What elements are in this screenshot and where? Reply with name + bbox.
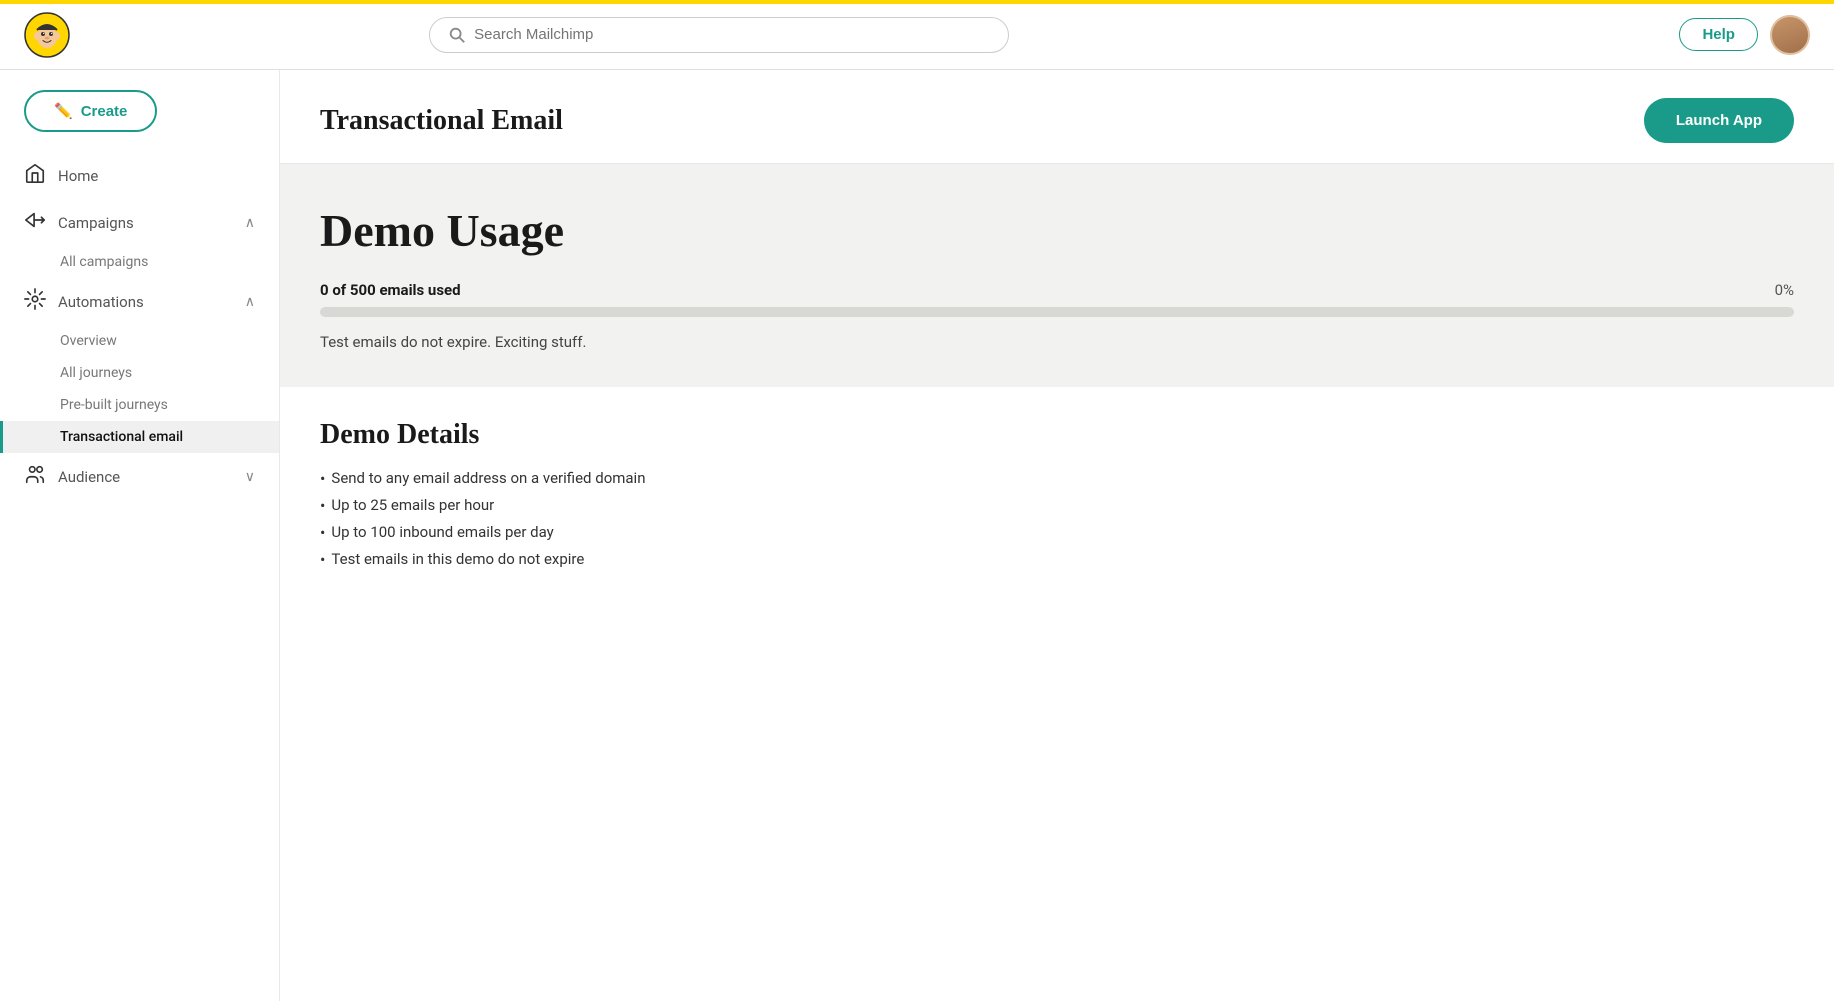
detail-item-4: • Test emails in this demo do not expire (320, 550, 1794, 569)
help-button[interactable]: Help (1679, 18, 1758, 51)
sidebar-item-home[interactable]: Home (0, 152, 279, 199)
sidebar-item-campaigns[interactable]: Campaigns ∧ (0, 199, 279, 246)
usage-note: Test emails do not expire. Exciting stuf… (320, 333, 1794, 351)
search-bar[interactable] (429, 17, 1009, 53)
sidebar-item-audience[interactable]: Audience ∨ (0, 453, 279, 500)
create-button[interactable]: ✏️ Create (24, 90, 157, 132)
topbar: Help (0, 0, 1834, 70)
sidebar-sub-item-all-campaigns[interactable]: All campaigns (0, 246, 279, 278)
search-input[interactable] (474, 26, 990, 43)
page-title: Transactional Email (320, 105, 563, 137)
yellow-strip (0, 0, 1834, 4)
detail-item-3: • Up to 100 inbound emails per day (320, 523, 1794, 542)
campaigns-icon (24, 209, 46, 236)
sidebar-item-audience-label: Audience (58, 468, 233, 486)
sidebar-item-home-label: Home (58, 167, 255, 185)
pencil-icon: ✏️ (54, 102, 73, 120)
usage-percent: 0% (1775, 281, 1794, 299)
detail-item-1: • Send to any email address on a verifie… (320, 469, 1794, 488)
create-label: Create (81, 103, 128, 120)
mailchimp-logo[interactable] (24, 12, 70, 58)
automations-icon (24, 288, 46, 315)
usage-stats-row: 0 of 500 emails used 0% (320, 281, 1794, 299)
sidebar-item-automations-label: Automations (58, 293, 233, 311)
bullet-3: • (320, 523, 325, 542)
campaigns-chevron: ∧ (245, 215, 255, 231)
usage-section: Demo Usage 0 of 500 emails used 0% Test … (280, 164, 1834, 387)
main-content: Transactional Email Launch App Demo Usag… (280, 70, 1834, 1001)
sidebar-item-automations[interactable]: Automations ∧ (0, 278, 279, 325)
bullet-2: • (320, 496, 325, 515)
bullet-1: • (320, 469, 325, 488)
avatar-image (1770, 15, 1810, 55)
avatar[interactable] (1770, 15, 1810, 55)
sidebar-sub-item-all-journeys[interactable]: All journeys (0, 357, 279, 389)
detail-text-2: Up to 25 emails per hour (331, 496, 494, 514)
sidebar-item-campaigns-label: Campaigns (58, 214, 233, 232)
detail-text-4: Test emails in this demo do not expire (331, 550, 584, 568)
home-icon (24, 162, 46, 189)
sidebar: ✏️ Create Home Campaigns (0, 70, 280, 1001)
audience-chevron: ∨ (245, 469, 255, 485)
sidebar-sub-item-overview[interactable]: Overview (0, 325, 279, 357)
topbar-right: Help (1679, 15, 1810, 55)
audience-icon (24, 463, 46, 490)
usage-label: 0 of 500 emails used (320, 281, 461, 299)
launch-app-button[interactable]: Launch App (1644, 98, 1794, 143)
detail-item-2: • Up to 25 emails per hour (320, 496, 1794, 515)
bullet-4: • (320, 550, 325, 569)
detail-text-3: Up to 100 inbound emails per day (331, 523, 553, 541)
progress-bar-container (320, 307, 1794, 317)
main-header: Transactional Email Launch App (280, 70, 1834, 164)
details-title: Demo Details (320, 419, 1794, 451)
details-section: Demo Details • Send to any email address… (280, 387, 1834, 609)
search-icon (448, 26, 466, 44)
sidebar-sub-item-pre-built-journeys[interactable]: Pre-built journeys (0, 389, 279, 421)
usage-title: Demo Usage (320, 204, 1794, 257)
detail-text-1: Send to any email address on a verified … (331, 469, 645, 487)
layout: ✏️ Create Home Campaigns (0, 70, 1834, 1001)
automations-chevron: ∧ (245, 294, 255, 310)
sidebar-sub-item-transactional-email[interactable]: Transactional email (0, 421, 279, 453)
